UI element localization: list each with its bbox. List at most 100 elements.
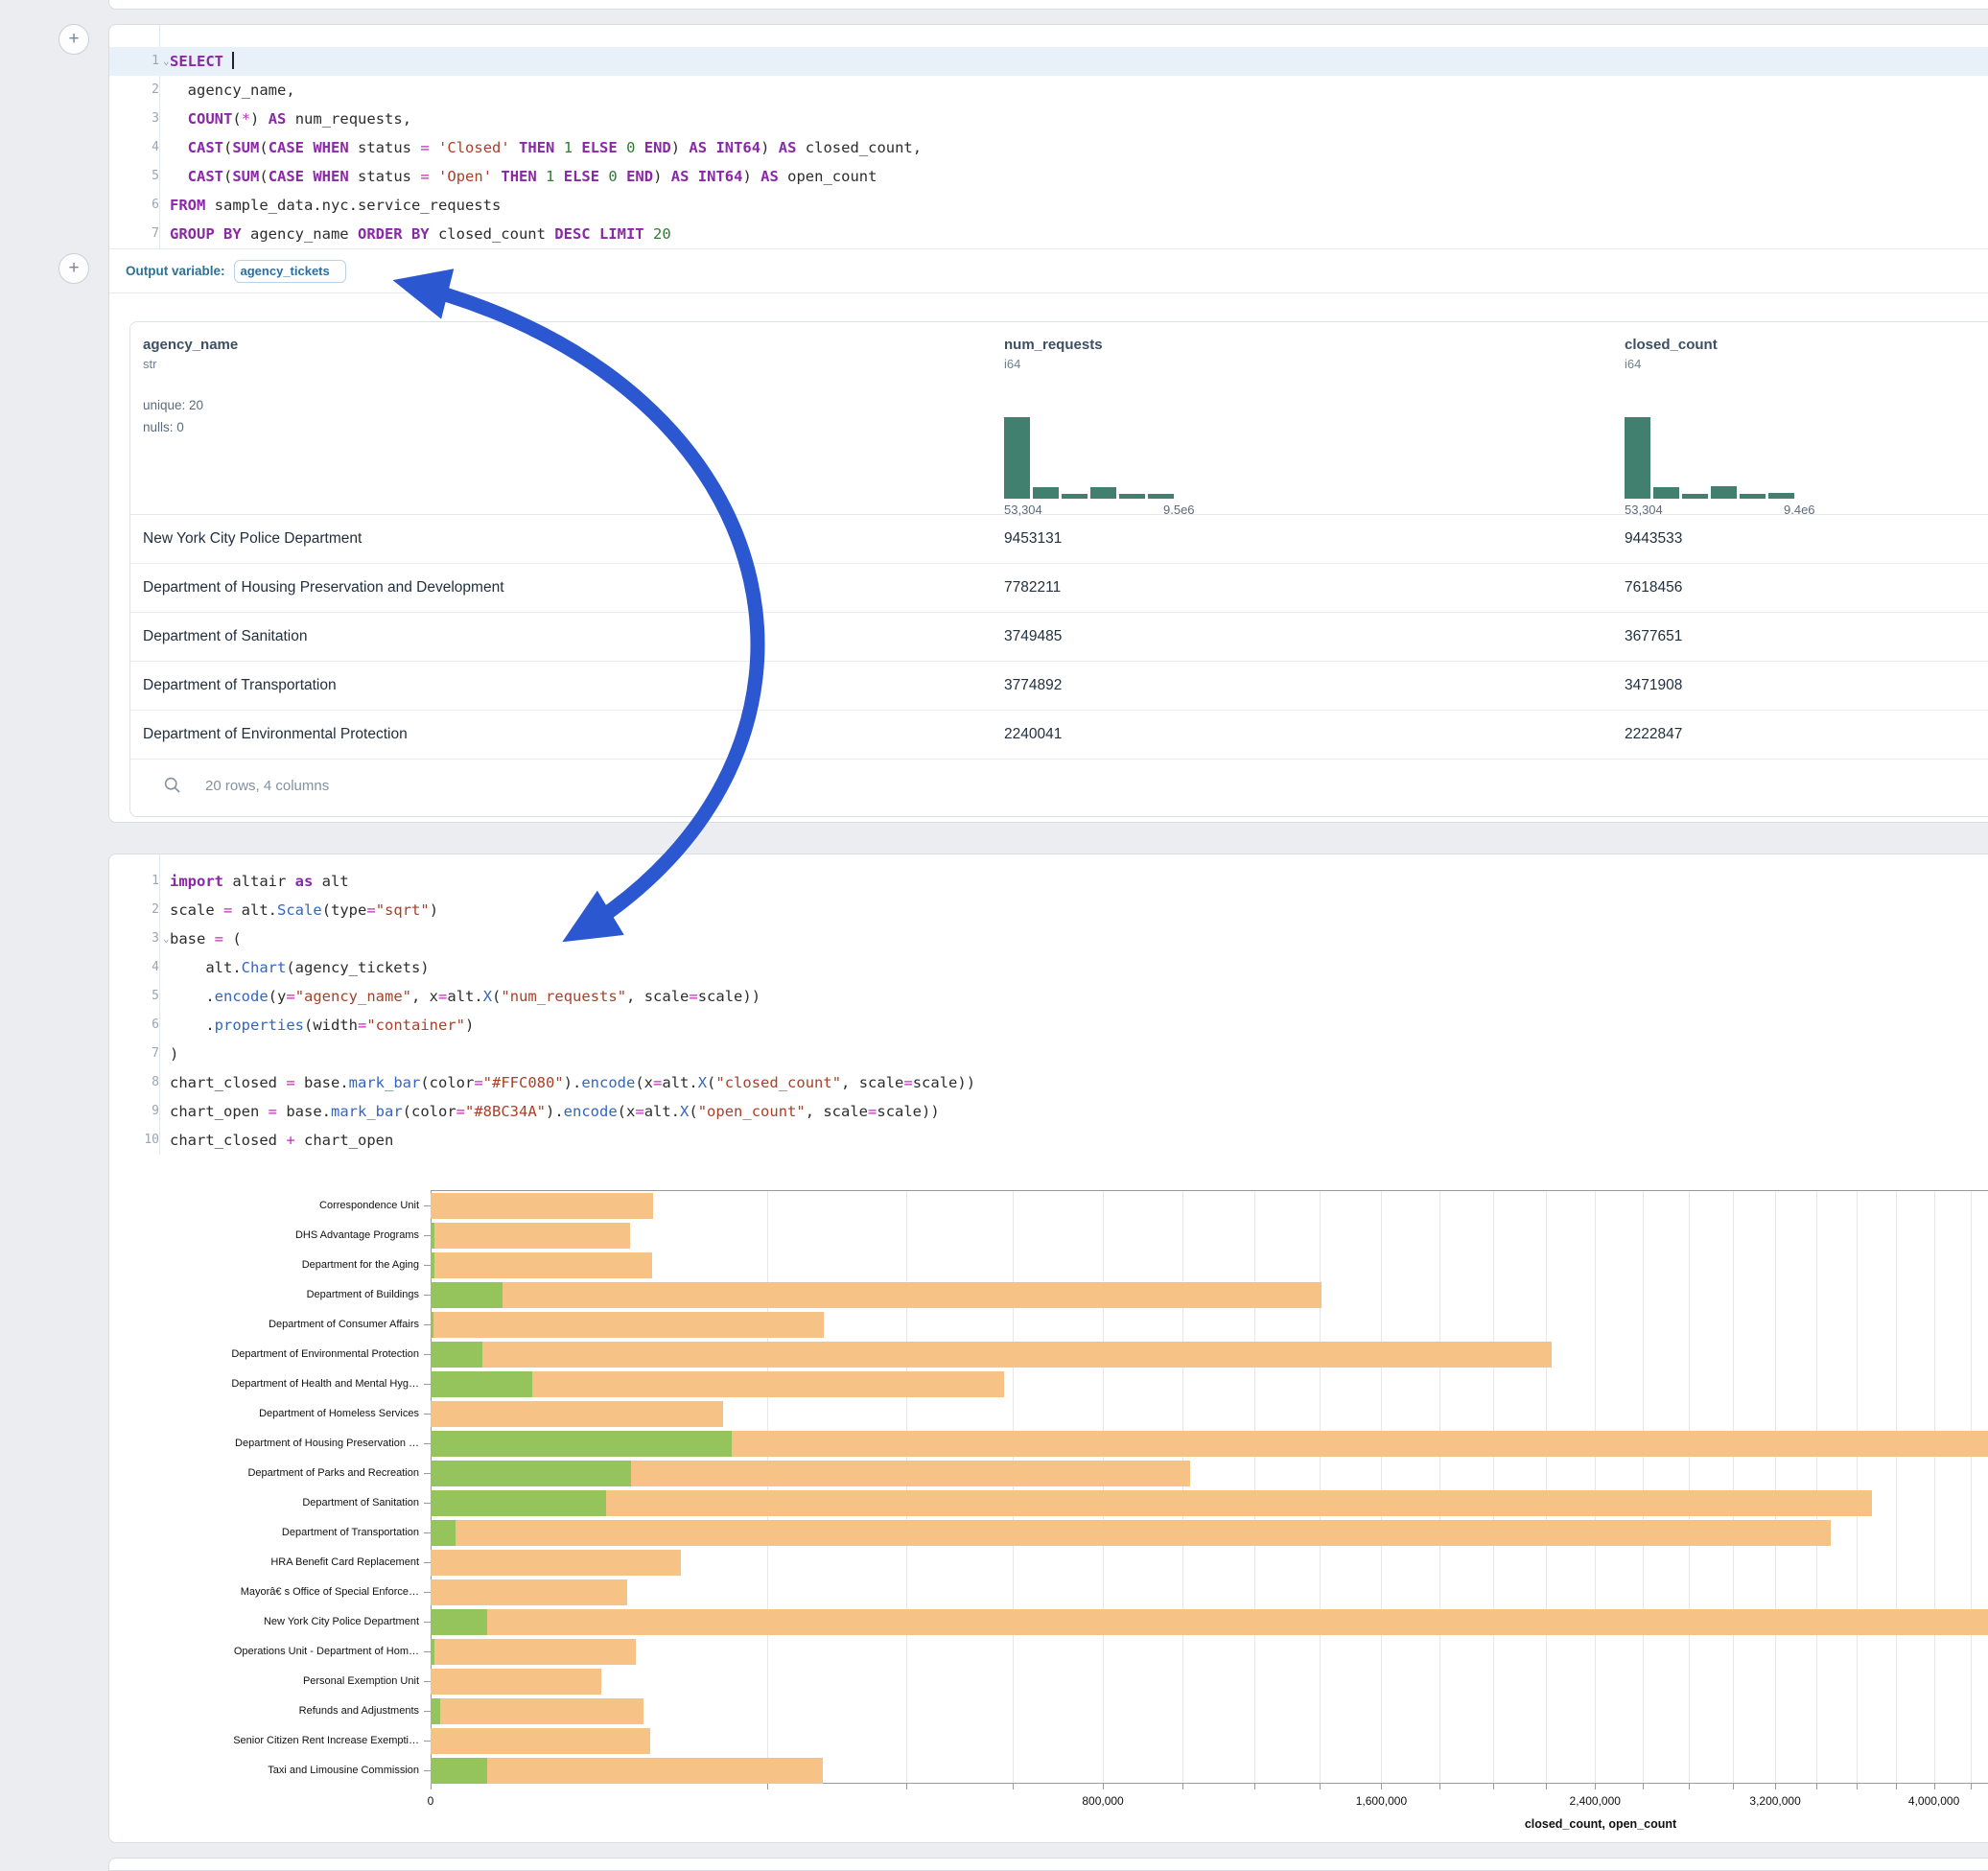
gridline	[1643, 1190, 1644, 1783]
y-axis-tick	[424, 1384, 431, 1385]
code-line[interactable]: 4 CAST(SUM(CASE WHEN status = 'Closed' T…	[109, 133, 1988, 162]
fold-chevron-icon[interactable]: ⌄	[163, 924, 170, 953]
line-number: 4	[109, 953, 159, 982]
code-line[interactable]: 6 .properties(width="container")	[109, 1011, 1988, 1040]
y-axis-tick	[424, 1651, 431, 1652]
y-axis-category-label: Taxi and Limousine Commission	[268, 1763, 419, 1778]
bar-open-count	[431, 1223, 434, 1249]
bar-open-count	[431, 1342, 482, 1368]
output-variable-pill[interactable]: agency_tickets	[234, 260, 346, 283]
code-text: .encode(y="agency_name", x=alt.X("num_re…	[170, 982, 760, 1011]
table-cell: 2240041	[1004, 711, 1062, 759]
bar-open-count	[431, 1758, 487, 1784]
code-text: alt.Chart(agency_tickets)	[170, 953, 430, 982]
code-line[interactable]: 6FROM sample_data.nyc.service_requests	[109, 191, 1988, 220]
column-header-num_requests[interactable]: num_requestsi6453,3049.5e6	[1004, 322, 1103, 514]
gridline	[1733, 1190, 1734, 1783]
text-cursor	[232, 52, 234, 69]
table-row[interactable]: Department of Housing Preservation and D…	[130, 564, 1988, 613]
code-line[interactable]: 8chart_closed = base.mark_bar(color="#FF…	[109, 1068, 1988, 1097]
add-cell-button-top[interactable]: +	[58, 24, 89, 55]
sql-cell: 1⌄SELECT 2 agency_name,3 COUNT(*) AS num…	[108, 24, 1988, 823]
column-histogram	[1004, 417, 1174, 499]
line-number: 7	[109, 1040, 159, 1068]
code-line[interactable]: 1import altair as alt	[109, 867, 1988, 896]
output-variable-label: Output variable:	[126, 264, 225, 278]
line-number: 1	[109, 47, 159, 76]
x-axis-tick	[431, 1783, 432, 1789]
code-line[interactable]: 3⌄base = (	[109, 924, 1988, 953]
code-line[interactable]: 10chart_closed + chart_open	[109, 1126, 1988, 1155]
x-axis-tick	[1595, 1783, 1596, 1789]
code-line[interactable]: 9chart_open = base.mark_bar(color="#8BC3…	[109, 1097, 1988, 1126]
column-header-agency_name[interactable]: agency_namestrunique: 20nulls: 0	[143, 322, 238, 514]
y-axis-category-label: Personal Exemption Unit	[303, 1673, 419, 1689]
y-axis-tick	[424, 1295, 431, 1296]
column-header-closed_count[interactable]: closed_counti6453,3049.4e6	[1625, 322, 1718, 514]
y-axis-tick	[424, 1503, 431, 1504]
bar-closed-count	[431, 1282, 1321, 1308]
line-number: 3	[109, 105, 159, 133]
bar-closed-count	[431, 1342, 1552, 1368]
code-line[interactable]: 3 COUNT(*) AS num_requests,	[109, 105, 1988, 133]
fold-chevron-icon[interactable]: ⌄	[163, 47, 170, 76]
code-line[interactable]: 4 alt.Chart(agency_tickets)	[109, 953, 1988, 982]
y-axis-tick	[424, 1770, 431, 1771]
output-variable-row: Output variable: agency_tickets	[109, 249, 1988, 292]
column-histogram	[1625, 417, 1794, 499]
code-line[interactable]: 5 CAST(SUM(CASE WHEN status = 'Open' THE…	[109, 162, 1988, 191]
line-number: 2	[109, 896, 159, 924]
code-line[interactable]: 7GROUP BY agency_name ORDER BY closed_co…	[109, 220, 1988, 248]
add-cell-button-middle[interactable]: +	[58, 253, 89, 284]
next-cell-edge	[108, 1858, 1988, 1871]
bar-open-count	[431, 1490, 606, 1516]
gridline	[767, 1190, 768, 1783]
x-axis-tick-label: 800,000	[1082, 1794, 1123, 1808]
code-line[interactable]: 2scale = alt.Scale(type="sqrt")	[109, 896, 1988, 924]
y-axis-category-label: Department of Consumer Affairs	[269, 1317, 419, 1332]
chart-y-axis-labels: Correspondence UnitDHS Advantage Program…	[109, 1181, 431, 1842]
code-line[interactable]: 5 .encode(y="agency_name", x=alt.X("num_…	[109, 982, 1988, 1011]
x-axis-tick	[1013, 1783, 1014, 1789]
table-cell: 3749485	[1004, 613, 1062, 661]
search-icon[interactable]	[163, 776, 182, 795]
gridline	[1816, 1190, 1817, 1783]
gridline	[1254, 1190, 1255, 1783]
y-axis-category-label: Operations Unit - Department of Hom…	[234, 1644, 419, 1659]
sql-code-editor[interactable]: 1⌄SELECT 2 agency_name,3 COUNT(*) AS num…	[109, 25, 1988, 248]
bar-closed-count	[431, 1639, 636, 1665]
y-axis-tick	[424, 1532, 431, 1533]
gridline	[906, 1190, 907, 1783]
line-number: 5	[109, 162, 159, 191]
bar-closed-count	[431, 1758, 823, 1784]
gridline	[1775, 1190, 1776, 1783]
x-axis-tick	[1733, 1783, 1734, 1789]
python-code-editor[interactable]: 1import altair as alt2scale = alt.Scale(…	[109, 854, 1988, 1155]
gridline	[1857, 1190, 1858, 1783]
code-text: base = (	[170, 924, 242, 953]
code-line[interactable]: 2 agency_name,	[109, 76, 1988, 105]
bar-open-count	[431, 1609, 487, 1635]
y-axis-tick	[424, 1681, 431, 1682]
code-text: agency_name,	[170, 76, 295, 105]
table-row[interactable]: New York City Police Department945313194…	[130, 515, 1988, 564]
bar-closed-count	[431, 1223, 630, 1249]
bar-open-count	[431, 1282, 503, 1308]
x-axis-tick-label: 1,600,000	[1356, 1794, 1407, 1808]
table-row[interactable]: Department of Sanitation37494853677651	[130, 613, 1988, 662]
column-type: i64	[1625, 353, 1718, 371]
chart-plot-area: closed_count, open_count 0800,0001,600,0…	[431, 1181, 1988, 1842]
bar-open-count	[431, 1639, 434, 1665]
y-axis-category-label: Department of Buildings	[307, 1287, 419, 1302]
code-text: COUNT(*) AS num_requests,	[170, 105, 411, 133]
line-number: 5	[109, 982, 159, 1011]
column-type: i64	[1004, 353, 1103, 371]
code-line[interactable]: 1⌄SELECT	[109, 47, 1988, 76]
code-line[interactable]: 7)	[109, 1040, 1988, 1068]
table-row[interactable]: Department of Environmental Protection22…	[130, 711, 1988, 760]
column-name: num_requests	[1004, 322, 1103, 353]
table-row[interactable]: Department of Transportation377489234719…	[130, 662, 1988, 711]
table-cell: 3471908	[1625, 662, 1682, 710]
y-axis-tick	[424, 1741, 431, 1742]
x-axis-tick	[1546, 1783, 1547, 1789]
